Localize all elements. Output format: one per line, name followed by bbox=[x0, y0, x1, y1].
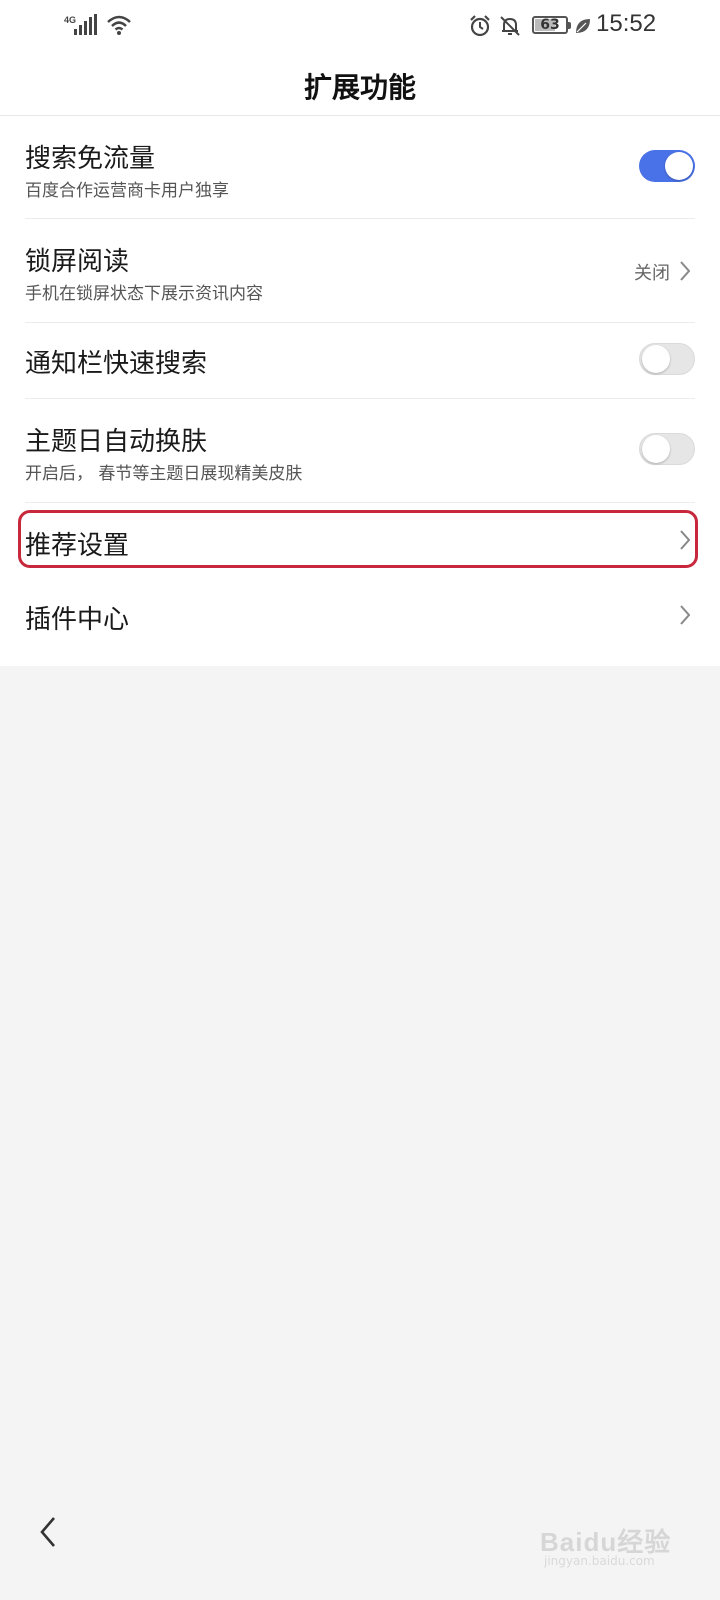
bottom-nav: Baidu经验 jingyan.baidu.com bbox=[0, 1498, 720, 1600]
svg-text:4G: 4G bbox=[64, 15, 76, 25]
status-bar: 4G 63 15:52 bbox=[0, 0, 720, 52]
setting-subtitle: 手机在锁屏状态下展示资讯内容 bbox=[25, 284, 263, 304]
signal-icon: 4G bbox=[64, 14, 100, 40]
setting-plugin[interactable]: 插件中心 bbox=[0, 579, 720, 655]
theme-day-toggle[interactable] bbox=[639, 433, 695, 465]
setting-subtitle: 开启后， 春节等主题日展现精美皮肤 bbox=[25, 464, 303, 484]
setting-title: 主题日自动换肤 bbox=[25, 427, 208, 457]
setting-title: 通知栏快速搜索 bbox=[25, 349, 208, 379]
chevron-right-icon bbox=[680, 261, 691, 281]
chevron-right-icon bbox=[680, 605, 691, 625]
setting-subtitle: 百度合作运营商卡用户独享 bbox=[25, 181, 229, 201]
watermark-url: jingyan.baidu.com bbox=[544, 1554, 655, 1568]
lock-screen-value: 关闭 bbox=[634, 263, 670, 284]
status-time: 15:52 bbox=[596, 10, 657, 37]
alarm-icon bbox=[468, 14, 492, 42]
wifi-icon bbox=[106, 14, 132, 40]
setting-title: 锁屏阅读 bbox=[25, 247, 130, 277]
battery-icon: 63 bbox=[532, 16, 571, 34]
setting-notification-search: 通知栏快速搜索 bbox=[0, 323, 720, 399]
leaf-icon bbox=[574, 17, 592, 39]
bell-off-icon bbox=[498, 14, 522, 42]
setting-title: 搜索免流量 bbox=[25, 144, 156, 174]
highlight-annotation bbox=[18, 510, 698, 568]
notification-search-toggle[interactable] bbox=[639, 343, 695, 375]
battery-level: 63 bbox=[540, 17, 560, 33]
watermark: Baidu经验 jingyan.baidu.com bbox=[540, 1502, 710, 1572]
setting-theme-day: 主题日自动换肤 开启后， 春节等主题日展现精美皮肤 bbox=[0, 399, 720, 503]
title-bar: 扩展功能 bbox=[0, 52, 720, 116]
back-button[interactable] bbox=[34, 1514, 64, 1550]
setting-title: 插件中心 bbox=[25, 605, 130, 635]
search-free-toggle[interactable] bbox=[639, 150, 695, 182]
setting-search-free: 搜索免流量 百度合作运营商卡用户独享 bbox=[0, 116, 720, 219]
setting-lock-screen[interactable]: 锁屏阅读 手机在锁屏状态下展示资讯内容 关闭 bbox=[0, 219, 720, 323]
page-title: 扩展功能 bbox=[303, 71, 416, 104]
